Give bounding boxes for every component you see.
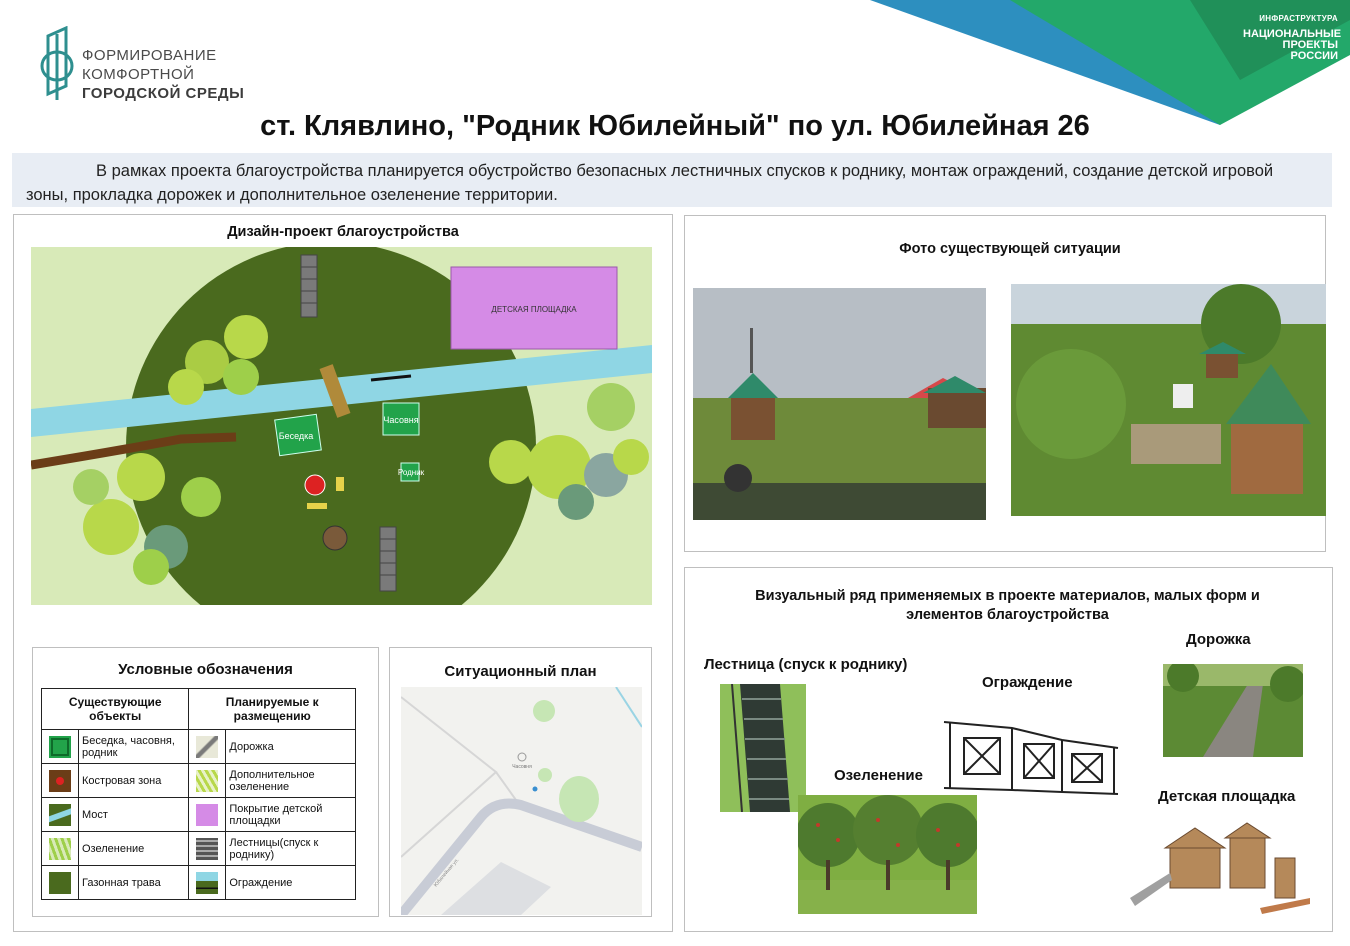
fence-label: Ограждение xyxy=(982,674,1073,691)
legend-planned-5: Ограждение xyxy=(225,865,356,900)
chapel-label: Часовня xyxy=(383,415,418,425)
np-badge-line-3: РОССИИ xyxy=(1290,50,1338,62)
national-projects-badge: ИНФРАСТРУКТУРА НАЦИОНАЛЬНЫЕ ПРОЕКТЫ РОСС… xyxy=(1243,8,1341,83)
intro-text: В рамках проекта благоустройства планиру… xyxy=(12,153,1332,207)
stairs-south xyxy=(379,526,397,592)
np-badge-top: ИНФРАСТРУКТУРА xyxy=(1259,14,1338,23)
greening-swatch-icon xyxy=(49,837,71,860)
stairs-image xyxy=(720,684,806,812)
photo-existing-1 xyxy=(693,288,986,520)
design-title: Дизайн-проект благоустройства xyxy=(227,224,459,240)
greening-image xyxy=(798,795,977,914)
playground-cover-swatch-icon xyxy=(196,803,219,826)
logo-icon xyxy=(40,25,74,100)
legend-existing-5: Газонная трава xyxy=(77,865,190,900)
legend-existing-3: Мост xyxy=(77,797,190,832)
project-logo xyxy=(36,25,78,102)
legend-title: Условные обозначения xyxy=(118,661,293,678)
legend-planned-4: Лестницы(спуск к роднику) xyxy=(225,831,356,866)
logo-line-2: КОМФОРТНОЙ xyxy=(82,66,195,83)
fence-swatch-icon xyxy=(196,871,219,894)
design-plan: ДЕТСКАЯ ПЛОЩАДКА Беседка Часовня Родник xyxy=(31,247,652,605)
playground-item-label: Детская площадка xyxy=(1158,788,1296,805)
materials-title: Визуальный ряд применяемых в проекте мат… xyxy=(755,588,1260,623)
greening-label: Озеленение xyxy=(834,767,923,784)
path-swatch-icon xyxy=(196,735,219,758)
legend-planned-3: Покрытие детской площадки xyxy=(225,797,356,832)
gazebo-swatch-icon xyxy=(49,735,71,758)
stairs-north xyxy=(300,254,318,318)
map-chapel-label: Часовня xyxy=(512,764,532,770)
page-title: ст. Клявлино, "Родник Юбилейный" по ул. … xyxy=(260,110,1090,142)
legend-table: Существующие объекты Планируемые к разме… xyxy=(40,688,356,900)
legend-planned-2: Дополнительное озеленение xyxy=(225,763,356,798)
legend-existing-2: Костровая зона xyxy=(77,763,190,798)
bridge-swatch-icon xyxy=(49,803,71,826)
legend-head-planned: Планируемые к размещению xyxy=(188,688,356,730)
path-image xyxy=(1163,664,1303,757)
logo-line-1: ФОРМИРОВАНИЕ xyxy=(82,47,217,64)
situation-title: Ситуационный план xyxy=(444,663,597,680)
program-name: ФОРМИРОВАНИЕ КОМФОРТНОЙ ГОРОДСКОЙ СРЕДЫ xyxy=(82,46,244,103)
fence-image xyxy=(943,721,1119,795)
legend-planned-1: Дорожка xyxy=(225,729,356,764)
legend-existing-4: Озеленение xyxy=(77,831,190,866)
photos-title: Фото существующей ситуации xyxy=(899,241,1121,257)
path-label: Дорожка xyxy=(1186,631,1251,648)
playground-label: ДЕТСКАЯ ПЛОЩАДКА xyxy=(491,305,577,314)
stairs-label: Лестница (спуск к роднику) xyxy=(704,656,908,673)
logo-line-3: ГОРОДСКОЙ СРЕДЫ xyxy=(82,85,245,102)
photo-existing-2 xyxy=(1011,284,1326,516)
lawn-swatch-icon xyxy=(49,871,71,894)
legend-head-existing: Существующие объекты xyxy=(40,688,190,730)
fire-zone-swatch-icon xyxy=(49,769,71,792)
extra-greening-swatch-icon xyxy=(196,769,219,792)
situation-map: Часовня Юбилейная ул. xyxy=(401,687,642,915)
spring-label: Родник xyxy=(398,468,425,477)
gazebo-label: Беседка xyxy=(279,431,314,441)
playground-image xyxy=(1110,818,1310,918)
legend-existing-1: Беседка, часовня, родник xyxy=(77,729,190,764)
stairs-swatch-icon xyxy=(196,837,219,860)
